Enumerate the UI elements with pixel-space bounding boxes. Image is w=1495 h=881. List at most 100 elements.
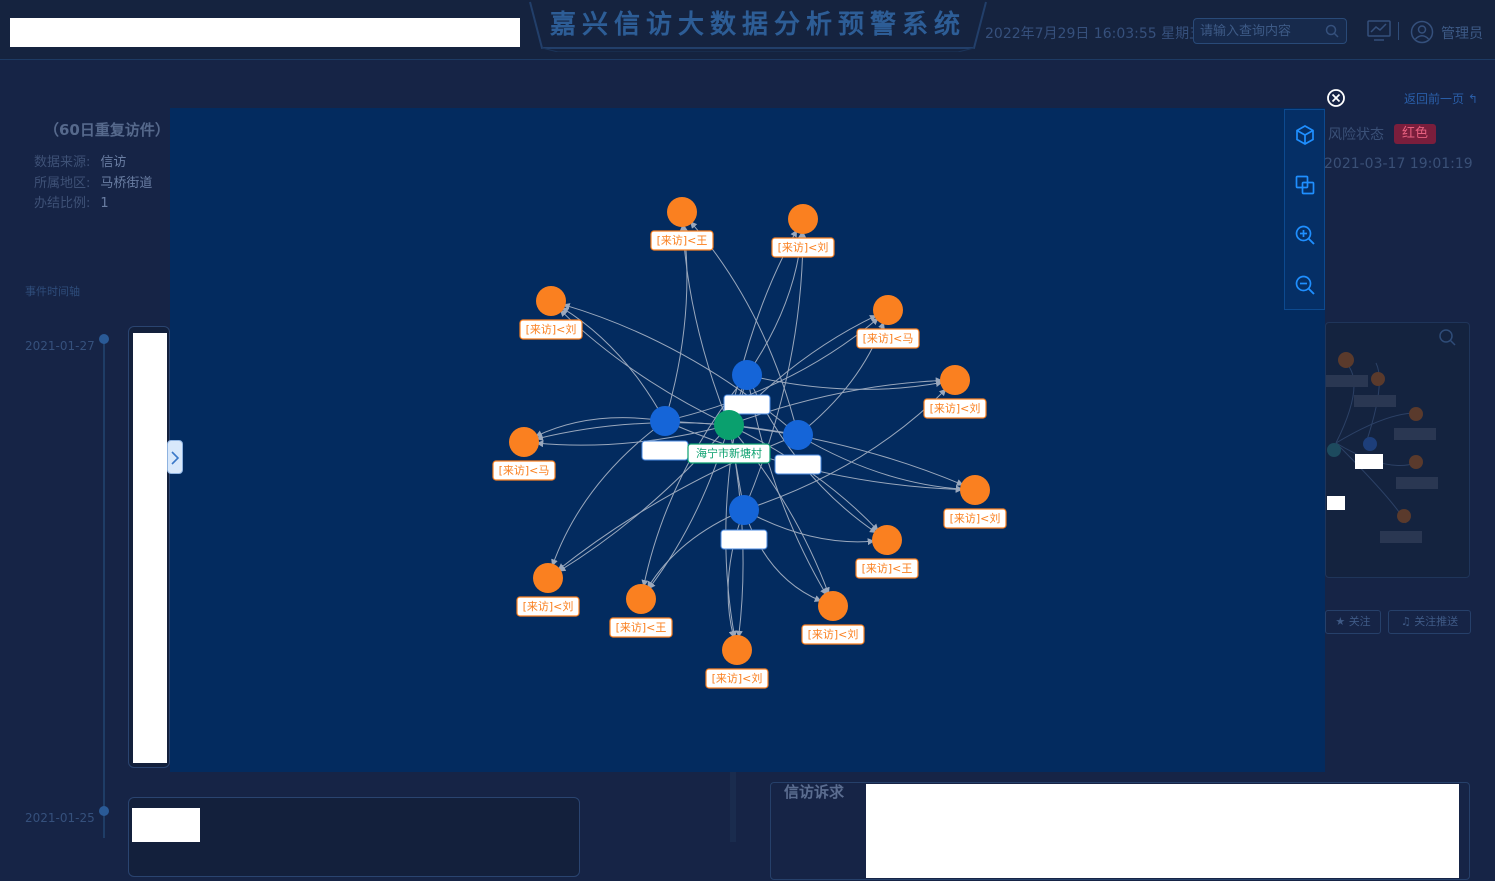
appeal-label: 信访诉求 [784,783,845,801]
graph-leaf-node[interactable]: [来访]<刘 [516,563,580,617]
zoom-search-icon[interactable] [1437,327,1457,347]
back-arrow-icon: ↰ [1467,92,1478,106]
hub-node-circle[interactable] [732,360,762,390]
graph-leaf-node[interactable]: [来访]<刘 [705,635,769,689]
monitor-chart-icon[interactable] [1367,20,1391,42]
timeline-label: 事件时间轴 [25,285,80,298]
follow-button[interactable]: ★ 关注 [1325,610,1381,634]
info-label: 数据来源: [34,155,91,170]
leaf-node-circle[interactable] [533,563,563,593]
graph-leaf-node[interactable]: [来访]<马 [856,295,920,349]
relation-graph-modal: [来访]<王 [来访]<刘 [来访]<刘 [来访]<马 [来访]<刘 [来访]<马 [来访]… [170,108,1325,772]
leaf-node-circle[interactable] [788,204,818,234]
timeline-date: 2021-01-27 [25,339,95,353]
graph-leaf-node[interactable]: [来访]<刘 [923,365,987,419]
graph-edge [743,509,822,602]
datetime-display: 2022年7月29日 16:03:55 星期五 [985,26,1204,42]
leaf-label: [来访]<刘 [778,241,829,254]
redacted-content [133,333,167,763]
system-title: 嘉兴信访大数据分析预警系统 [549,10,966,40]
graph-hub-node[interactable] [720,495,768,550]
follow-push-button[interactable]: ♫ 关注推送 [1388,610,1471,634]
redacted-appeal-content [866,784,1459,878]
info-value: 马桥街道 [100,176,153,191]
leaf-node-circle[interactable] [536,286,566,316]
header-divider [1398,22,1399,40]
search-input[interactable] [1200,22,1318,40]
zoom-out-icon[interactable] [1293,273,1317,297]
timeline-dot [99,334,109,344]
mini-graph-panel[interactable] [1325,322,1470,578]
chevron-right-icon [171,451,180,465]
search-icon[interactable] [1324,23,1340,39]
graph-center-node[interactable]: 海宁市新塘村 [687,410,771,464]
redacted-logo [10,18,520,47]
leaf-label: [来访]<王 [657,234,708,247]
leaf-label: [来访]<刘 [523,600,574,613]
graph-leaf-node[interactable]: [来访]<马 [492,427,556,481]
username-label[interactable]: 管理员 [1441,23,1483,43]
leaf-label: [来访]<马 [863,332,914,345]
hub-node-circle[interactable] [729,495,759,525]
event-card[interactable] [128,326,170,768]
user-avatar-icon[interactable] [1410,20,1434,44]
leaf-node-circle[interactable] [818,591,848,621]
graph-hub-node[interactable] [774,420,822,475]
info-label: 所属地区: [34,176,91,191]
graph-leaf-node[interactable]: [来访]<王 [650,197,714,251]
redacted-hub-label [774,454,822,475]
leaf-node-circle[interactable] [626,584,656,614]
back-label[interactable]: 返回前一页 [1404,92,1464,106]
relation-graph[interactable]: [来访]<王 [来访]<刘 [来访]<刘 [来访]<马 [来访]<刘 [来访]<马 [来访]… [170,108,1325,772]
graph-edge [562,303,799,436]
info-value: 信访 [100,155,127,170]
expand-panel-button[interactable] [167,440,183,474]
info-value: 1 [100,196,109,211]
leaf-node-circle[interactable] [873,295,903,325]
graph-toolbar [1284,109,1325,310]
leaf-node-circle[interactable] [940,365,970,395]
redacted-content [132,808,200,842]
leaf-node-circle[interactable] [872,525,902,555]
case-title: （60日重复访件）基 [44,121,185,139]
leaf-node-circle[interactable] [722,635,752,665]
redacted-hub-label [720,529,768,550]
leaf-label: [来访]<马 [499,464,550,477]
zoom-in-icon[interactable] [1293,223,1317,247]
graph-leaf-node[interactable]: [来访]<王 [609,584,673,638]
risk-status-label: 风险状态 [1328,127,1384,143]
info-row-ratio: 办结比例: 1 [34,192,109,211]
hub-node-circle[interactable] [650,406,680,436]
graph-leaf-node[interactable]: [来访]<刘 [519,286,583,340]
leaf-node-circle[interactable] [960,475,990,505]
graph-leaf-node[interactable]: [来访]<王 [855,525,919,579]
graph-leaf-node[interactable]: [来访]<刘 [943,475,1007,529]
leaf-label: [来访]<刘 [526,323,577,336]
cube-icon[interactable] [1293,123,1317,147]
hub-node-circle[interactable] [783,420,813,450]
leaf-node-circle[interactable] [667,197,697,227]
bell-icon: ♫ [1400,615,1411,628]
follow-label: 关注 [1348,615,1371,628]
back-link[interactable]: 返回前一页 ↰ [1404,90,1478,107]
graph-leaf-node[interactable]: [来访]<刘 [801,591,865,645]
leaf-label: [来访]<刘 [808,628,859,641]
leaf-label: [来访]<王 [862,562,913,575]
risk-status-badge: 红色 [1394,124,1436,144]
column-divider [730,772,736,842]
graph-hub-node[interactable] [723,360,771,415]
close-modal-icon[interactable] [1326,88,1346,108]
mini-graph-preview [1326,352,1438,543]
search-box[interactable] [1193,18,1347,44]
leaf-node-circle[interactable] [509,427,539,457]
redacted-hub-label [641,440,689,461]
star-icon: ★ [1335,615,1346,628]
follow-push-label: 关注推送 [1414,615,1459,628]
graph-leaf-node[interactable]: [来访]<刘 [771,204,835,258]
header-bar: 嘉兴信访大数据分析预警系统 2022年7月29日 16:03:55 星期五 管理… [0,0,1495,60]
event-card[interactable] [128,797,580,877]
timeline-dot [99,806,109,816]
center-node-circle[interactable] [714,410,744,440]
copy-icon[interactable] [1293,173,1317,197]
center-label: 海宁市新塘村 [696,446,762,460]
